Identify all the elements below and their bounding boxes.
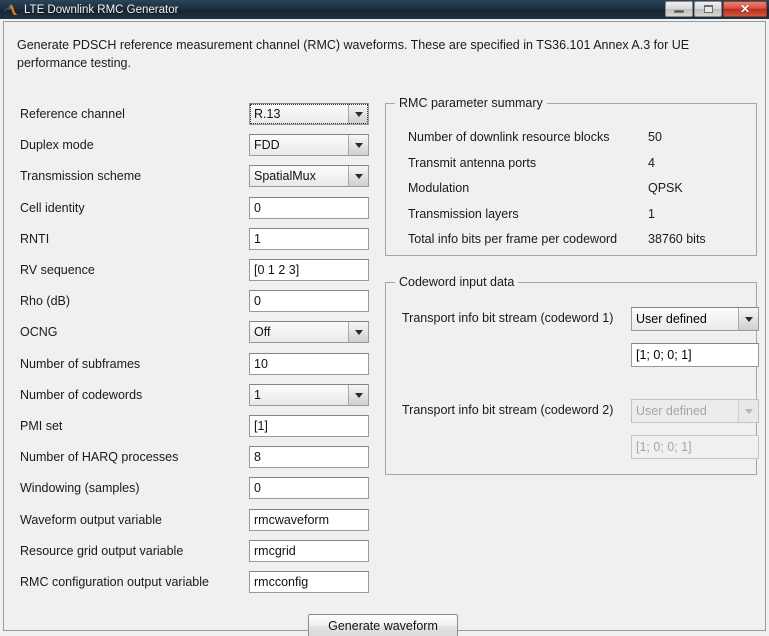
combo-ocng[interactable]: Off [249, 321, 369, 343]
generate-waveform-label: Generate waveform [328, 619, 438, 633]
input-number-of-subframes[interactable]: 10 [249, 353, 369, 375]
combo-number-of-codewords-value: 1 [254, 388, 261, 402]
description-text: Generate PDSCH reference measurement cha… [17, 38, 690, 70]
input-pmi-set[interactable]: [1] [249, 415, 369, 437]
summary-value-transmission-layers: 1 [648, 207, 655, 221]
window-controls: ✕ [664, 1, 767, 17]
input-rv-sequence-value: [0 1 2 3] [254, 263, 300, 277]
rmc-parameter-summary-panel: RMC parameter summary Number of downlink… [385, 96, 757, 256]
input-rho-db-value: 0 [254, 294, 261, 308]
codeword2-bits-input: [1; 0; 0; 1] [631, 435, 759, 459]
label-waveform-output-variable: Waveform output variable [20, 513, 162, 527]
label-duplex-mode: Duplex mode [20, 138, 94, 152]
input-windowing-samples[interactable]: 0 [249, 477, 369, 499]
codeword1-source-combo[interactable]: User defined [631, 307, 759, 331]
label-rho-db: Rho (dB) [20, 294, 71, 308]
summary-value-modulation: QPSK [648, 181, 683, 195]
codeword1-label: Transport info bit stream (codeword 1) [402, 311, 614, 325]
input-number-of-harq-processes[interactable]: 8 [249, 446, 369, 468]
label-number-of-codewords: Number of codewords [20, 388, 143, 402]
label-reference-channel: Reference channel [20, 107, 125, 121]
close-button[interactable]: ✕ [723, 1, 767, 17]
codeword1-bits-input[interactable]: [1; 0; 0; 1] [631, 343, 759, 367]
combo-duplex-mode[interactable]: FDD [249, 134, 369, 156]
dialog-body: Generate PDSCH reference measurement cha… [3, 21, 766, 636]
input-rnti-value: 1 [254, 232, 261, 246]
summary-panel-title: RMC parameter summary [395, 96, 547, 110]
maximize-icon [703, 5, 713, 13]
input-windowing-samples-value: 0 [254, 481, 261, 495]
input-waveform-output-variable[interactable]: rmcwaveform [249, 509, 369, 531]
codeword2-source-combo: User defined [631, 399, 759, 423]
summary-label-number-of-downlink-resource-blocks: Number of downlink resource blocks [408, 130, 610, 144]
matlab-icon [3, 2, 19, 17]
chevron-down-icon [738, 308, 758, 330]
input-rho-db[interactable]: 0 [249, 290, 369, 312]
chevron-down-icon [348, 135, 368, 155]
label-rv-sequence: RV sequence [20, 263, 95, 277]
input-resource-grid-output-variable-value: rmcgrid [254, 544, 296, 558]
input-pmi-set-value: [1] [254, 419, 268, 433]
input-waveform-output-variable-value: rmcwaveform [254, 513, 330, 527]
combo-reference-channel[interactable]: R.13 [249, 103, 369, 125]
summary-label-modulation: Modulation [408, 181, 470, 195]
summary-label-transmit-antenna-ports: Transmit antenna ports [408, 156, 537, 170]
summary-label-transmission-layers: Transmission layers [408, 207, 519, 221]
input-number-of-subframes-value: 10 [254, 357, 268, 371]
label-number-of-subframes: Number of subframes [20, 357, 141, 371]
codeword2-bits-value: [1; 0; 0; 1] [636, 440, 692, 454]
lte-rmc-generator-window: LTE Downlink RMC Generator ✕ Generate PD… [0, 0, 769, 636]
label-windowing-samples: Windowing (samples) [20, 481, 140, 495]
summary-value-transmit-antenna-ports: 4 [648, 156, 655, 170]
combo-transmission-scheme[interactable]: SpatialMux [249, 165, 369, 187]
chevron-down-icon [348, 104, 368, 124]
minimize-icon [674, 10, 684, 13]
label-number-of-harq-processes: Number of HARQ processes [20, 450, 179, 464]
input-rv-sequence[interactable]: [0 1 2 3] [249, 259, 369, 281]
combo-reference-channel-value: R.13 [254, 107, 281, 121]
client-area: Generate PDSCH reference measurement cha… [0, 19, 769, 636]
label-resource-grid-output-variable: Resource grid output variable [20, 544, 184, 558]
summary-value-total-info-bits-per-frame-per-codeword: 38760 bits [648, 232, 706, 246]
input-resource-grid-output-variable[interactable]: rmcgrid [249, 540, 369, 562]
codeword2-source-value: User defined [636, 404, 707, 418]
chevron-down-icon [738, 400, 758, 422]
chevron-down-icon [348, 166, 368, 186]
input-rmc-configuration-output-variable-value: rmcconfig [254, 575, 309, 589]
combo-duplex-mode-value: FDD [254, 138, 280, 152]
combo-transmission-scheme-value: SpatialMux [254, 169, 316, 183]
summary-value-number-of-downlink-resource-blocks: 50 [648, 130, 662, 144]
generate-waveform-button[interactable]: Generate waveform [308, 614, 458, 636]
chevron-down-icon [348, 322, 368, 342]
window-title: LTE Downlink RMC Generator [24, 3, 179, 16]
combo-ocng-value: Off [254, 325, 271, 339]
maximize-button[interactable] [694, 1, 722, 17]
close-icon: ✕ [739, 2, 751, 16]
codeword1-source-value: User defined [636, 312, 707, 326]
minimize-button[interactable] [665, 1, 693, 17]
chevron-down-icon [348, 385, 368, 405]
label-pmi-set: PMI set [20, 419, 63, 433]
label-cell-identity: Cell identity [20, 201, 85, 215]
label-ocng: OCNG [20, 325, 58, 339]
label-rnti: RNTI [20, 232, 50, 246]
input-number-of-harq-processes-value: 8 [254, 450, 261, 464]
input-rmc-configuration-output-variable[interactable]: rmcconfig [249, 571, 369, 593]
codeword-input-data-panel: Codeword input data Transport info bit s… [385, 275, 759, 475]
codeword2-label: Transport info bit stream (codeword 2) [402, 403, 614, 417]
input-rnti[interactable]: 1 [249, 228, 369, 250]
input-cell-identity-value: 0 [254, 201, 261, 215]
summary-label-total-info-bits-per-frame-per-codeword: Total info bits per frame per codeword [408, 232, 618, 246]
label-transmission-scheme: Transmission scheme [20, 169, 142, 183]
combo-number-of-codewords[interactable]: 1 [249, 384, 369, 406]
codeword-panel-title: Codeword input data [395, 275, 519, 289]
label-rmc-configuration-output-variable: RMC configuration output variable [20, 575, 209, 589]
title-bar: LTE Downlink RMC Generator ✕ [0, 0, 769, 19]
input-cell-identity[interactable]: 0 [249, 197, 369, 219]
codeword1-bits-value: [1; 0; 0; 1] [636, 348, 692, 362]
